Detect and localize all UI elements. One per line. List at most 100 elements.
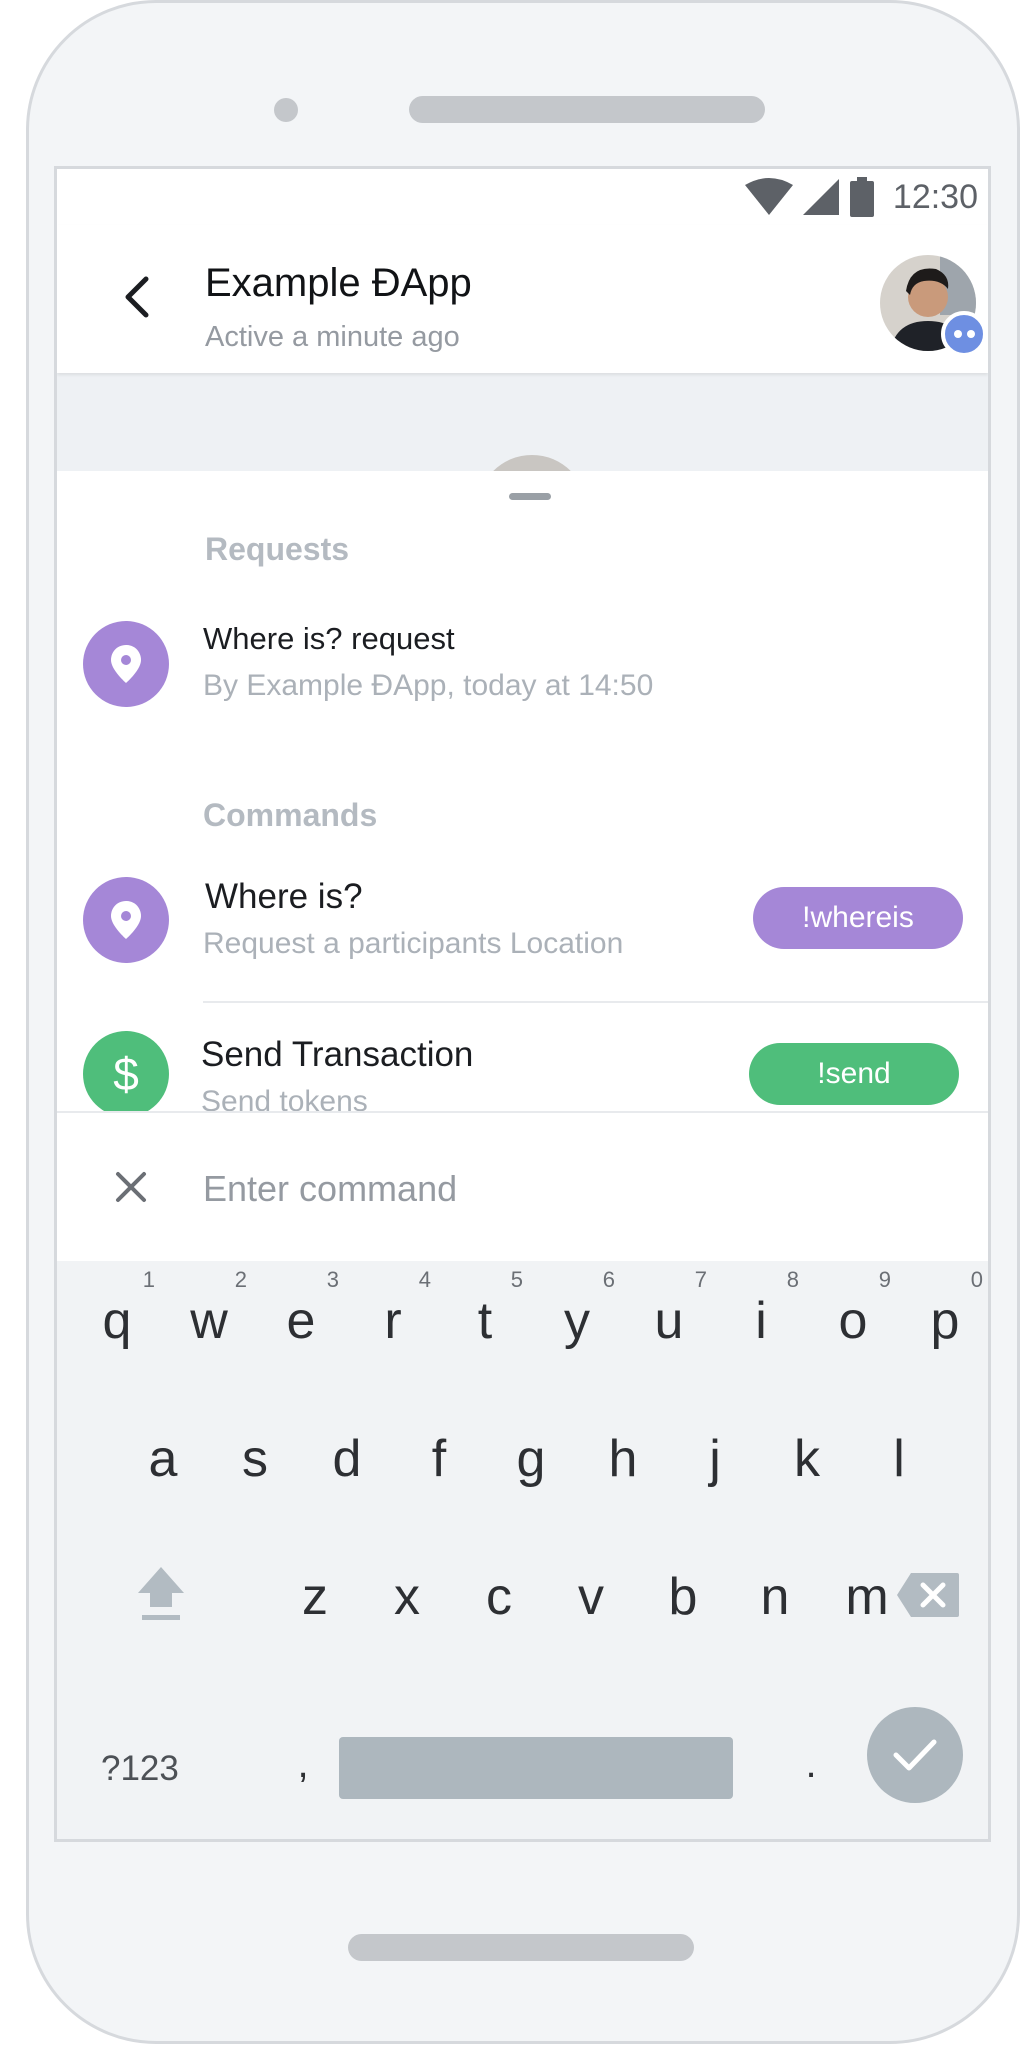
location-pin-icon	[111, 901, 141, 939]
key-v[interactable]: v	[551, 1543, 631, 1633]
send-icon-circle: $	[83, 1031, 169, 1111]
key-label: w	[190, 1292, 228, 1350]
send-title: Send Transaction	[201, 1035, 474, 1074]
key-p[interactable]: 0p	[905, 1267, 985, 1357]
key-label: p	[930, 1292, 960, 1350]
key-q[interactable]: 1q	[77, 1267, 157, 1357]
key-label: i	[755, 1292, 767, 1350]
home-indicator	[348, 1934, 694, 1961]
key-label: t	[477, 1292, 493, 1350]
key-i[interactable]: 8i	[721, 1267, 801, 1357]
send-command-button[interactable]: !send	[749, 1043, 959, 1105]
earpiece-speaker	[409, 96, 765, 123]
symbols-key[interactable]: ?123	[101, 1749, 179, 1789]
request-title: Where is? request	[203, 621, 455, 656]
shift-arrow-icon	[138, 1567, 184, 1620]
send-subtitle: Send tokens	[201, 1085, 368, 1111]
whereis-icon-circle	[83, 877, 169, 963]
command-item-send[interactable]: $ Send Transaction Send tokens !send	[57, 1031, 988, 1111]
key-label: n	[760, 1568, 790, 1626]
key-r[interactable]: 4r	[353, 1267, 433, 1357]
key-number-hint: 3	[326, 1267, 339, 1292]
key-s[interactable]: s	[215, 1405, 295, 1495]
key-label: a	[148, 1430, 178, 1488]
keyboard: 1q 2w 3e 4r 5t 6y 7u 8i 9o 0p a s d f g …	[57, 1261, 988, 1839]
chat-header: Example ĐApp Active a minute ago	[57, 225, 988, 373]
front-camera	[274, 98, 298, 122]
key-number-hint: 5	[510, 1267, 523, 1292]
command-input[interactable]	[203, 1157, 943, 1221]
key-f[interactable]: f	[399, 1405, 479, 1495]
backspace-icon	[897, 1573, 959, 1617]
command-item-whereis[interactable]: Where is? Request a participants Locatio…	[57, 877, 988, 987]
comma-key[interactable]: ,	[263, 1703, 343, 1793]
key-d[interactable]: d	[307, 1405, 387, 1495]
enter-button[interactable]	[867, 1707, 963, 1803]
key-label: x	[394, 1568, 420, 1626]
key-j[interactable]: j	[675, 1405, 755, 1495]
key-e[interactable]: 3e	[261, 1267, 341, 1357]
period-key[interactable]: .	[771, 1703, 851, 1793]
wifi-icon	[744, 178, 793, 215]
whereis-title: Where is?	[205, 877, 363, 916]
key-label: s	[242, 1430, 268, 1488]
key-label: y	[564, 1292, 590, 1350]
request-subtitle: By Example ĐApp, today at 14:50	[203, 669, 654, 702]
key-number-hint: 1	[142, 1267, 155, 1292]
key-number-hint: 0	[970, 1267, 983, 1292]
key-z[interactable]: z	[275, 1543, 355, 1633]
key-label: d	[332, 1430, 362, 1488]
key-label: o	[838, 1292, 868, 1350]
key-k[interactable]: k	[767, 1405, 847, 1495]
key-c[interactable]: c	[459, 1543, 539, 1633]
location-pin-icon	[111, 645, 141, 683]
key-label: v	[578, 1568, 604, 1626]
request-item[interactable]: Where is? request By Example ĐApp, today…	[57, 621, 988, 741]
key-l[interactable]: l	[859, 1405, 939, 1495]
close-button[interactable]	[109, 1165, 153, 1209]
key-number-hint: 9	[878, 1267, 891, 1292]
key-label: l	[893, 1430, 905, 1488]
key-label: ,	[297, 1742, 309, 1786]
status-bar: 12:30	[57, 169, 988, 225]
key-y[interactable]: 6y	[537, 1267, 617, 1357]
key-label: r	[384, 1292, 402, 1350]
chat-subtitle: Active a minute ago	[205, 321, 460, 353]
back-button[interactable]	[107, 257, 167, 337]
chat-title: Example ĐApp	[205, 261, 472, 305]
key-o[interactable]: 9o	[813, 1267, 893, 1357]
key-u[interactable]: 7u	[629, 1267, 709, 1357]
chevron-left-icon	[125, 276, 149, 318]
backspace-key[interactable]	[893, 1543, 963, 1633]
shift-key[interactable]	[121, 1543, 201, 1633]
key-a[interactable]: a	[123, 1405, 203, 1495]
key-x[interactable]: x	[367, 1543, 447, 1633]
key-n[interactable]: n	[735, 1543, 815, 1633]
signal-icon	[802, 179, 839, 215]
key-number-hint: 8	[786, 1267, 799, 1292]
requests-heading: Requests	[205, 531, 350, 567]
key-label: e	[286, 1292, 316, 1350]
space-bar[interactable]	[339, 1737, 733, 1799]
key-label: k	[794, 1430, 820, 1488]
whereis-command-button[interactable]: !whereis	[753, 887, 963, 949]
key-number-hint: 4	[418, 1267, 431, 1292]
checkmark-icon	[893, 1739, 937, 1771]
status-time: 12:30	[892, 177, 978, 216]
whereis-subtitle: Request a participants Location	[203, 927, 624, 960]
commands-heading: Commands	[203, 797, 378, 833]
key-number-hint: 2	[234, 1267, 247, 1292]
command-input-bar	[57, 1111, 988, 1261]
key-label: h	[608, 1430, 638, 1488]
key-t[interactable]: 5t	[445, 1267, 525, 1357]
sheet-drag-handle[interactable]	[509, 493, 551, 500]
commands-sheet: Requests Where is? request By Example ĐA…	[57, 471, 988, 1111]
key-label: c	[486, 1568, 512, 1626]
key-w[interactable]: 2w	[169, 1267, 249, 1357]
request-icon-circle	[83, 621, 169, 707]
key-g[interactable]: g	[491, 1405, 571, 1495]
key-h[interactable]: h	[583, 1405, 663, 1495]
key-b[interactable]: b	[643, 1543, 723, 1633]
close-icon	[116, 1172, 146, 1202]
key-label: f	[431, 1430, 447, 1488]
